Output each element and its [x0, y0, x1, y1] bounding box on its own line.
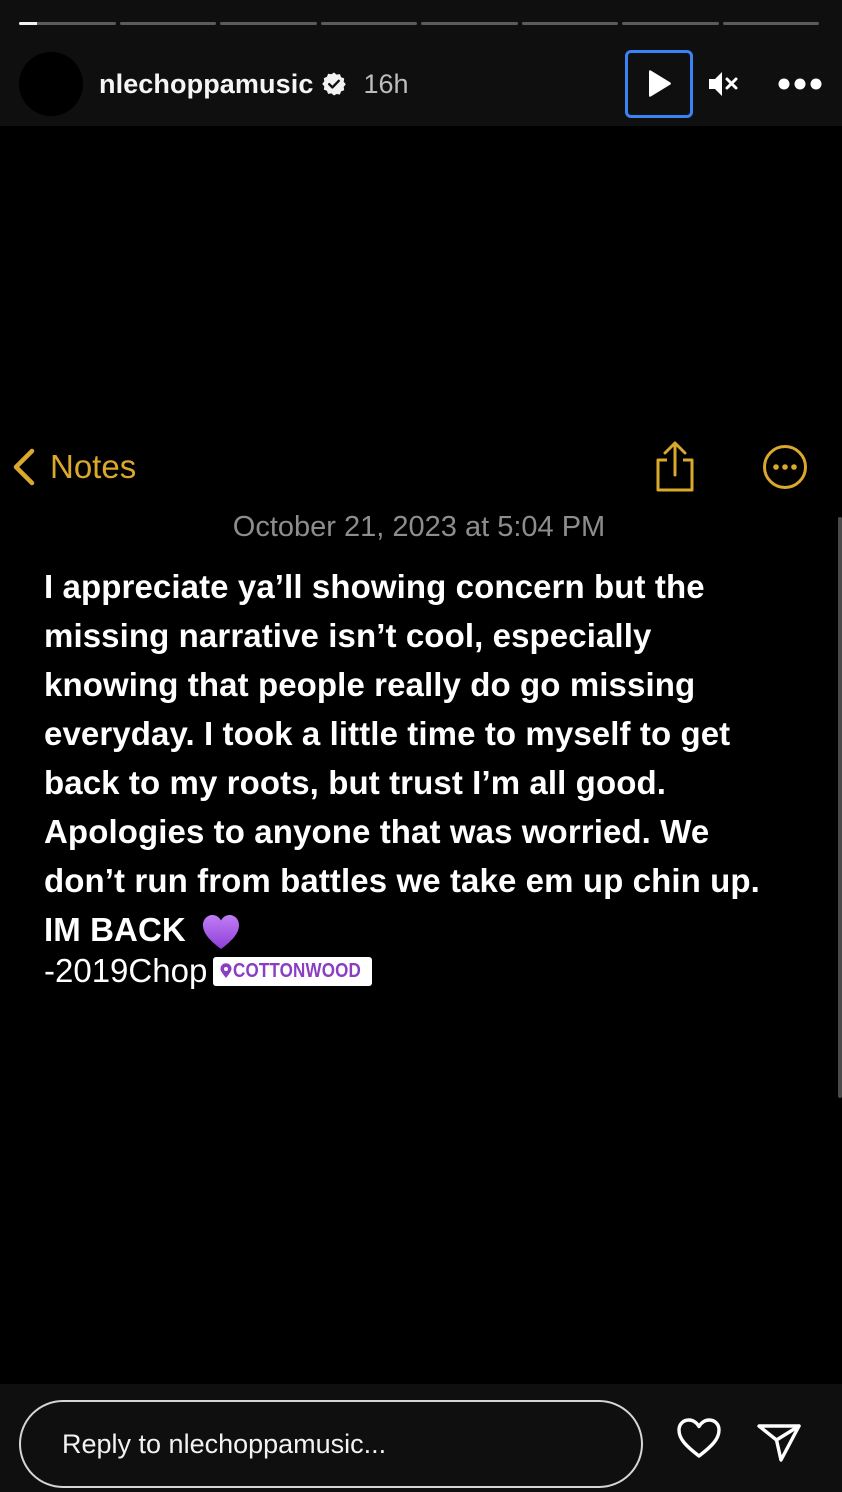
notes-nav-bar: Notes	[10, 441, 812, 493]
location-sticker[interactable]: COTTONWOOD	[213, 956, 372, 986]
progress-segment-4	[320, 22, 417, 25]
note-line: back to my roots, but trust I’m all good…	[44, 764, 666, 801]
more-horizontal-icon	[778, 78, 822, 90]
location-sticker-label: COTTONWOOD	[233, 959, 362, 982]
progress-segment-3	[220, 22, 317, 25]
note-line: missing narrative isn’t cool, especially	[44, 617, 652, 654]
more-options-button[interactable]	[777, 66, 823, 102]
share-icon	[653, 441, 697, 493]
progress-fill	[19, 22, 38, 25]
progress-segment-6	[521, 22, 618, 25]
progress-segment-1	[19, 22, 116, 25]
note-signature-row: -2019Chop COTTONWOOD	[44, 952, 372, 990]
note-date: October 21, 2023 at 5:04 PM	[232, 511, 606, 543]
note-signature: -2019Chop	[44, 952, 208, 989]
mute-button[interactable]	[705, 66, 741, 102]
avatar[interactable]	[19, 52, 83, 116]
progress-segment-5	[421, 22, 518, 25]
speaker-muted-icon	[709, 72, 738, 96]
play-icon	[649, 70, 671, 97]
note-line: Apologies to anyone that was worried. We	[44, 813, 710, 850]
progress-segment-8	[722, 22, 819, 25]
notes-back-button: Notes	[10, 441, 136, 493]
verified-badge-icon	[321, 71, 347, 97]
story-header: nlechoppamusic 16h	[19, 50, 823, 118]
like-button[interactable]	[676, 1417, 722, 1463]
heart-outline-icon	[677, 1418, 721, 1458]
note-line: IM BACK	[44, 911, 186, 948]
post-time: 16h	[363, 68, 409, 99]
progress-segment-7	[622, 22, 719, 25]
note-body: I appreciate ya’ll showing concern but t…	[44, 562, 814, 954]
note-line: don’t run from battles we take em up chi…	[44, 862, 760, 899]
location-pin-icon	[220, 963, 232, 978]
purple-heart-icon	[203, 915, 240, 950]
story-controls	[625, 50, 823, 118]
paper-plane-icon	[757, 1424, 801, 1462]
send-button[interactable]	[756, 1418, 802, 1464]
username-link[interactable]: nlechoppamusic	[99, 69, 313, 100]
note-line: I appreciate ya’ll showing concern but t…	[44, 568, 705, 605]
notes-back-label: Notes	[50, 448, 137, 485]
chevron-left-icon	[13, 448, 35, 486]
play-button[interactable]	[625, 50, 693, 118]
note-line-last: IM BACK	[44, 905, 814, 954]
notes-scrollbar	[838, 517, 842, 1098]
story-progress-bar	[19, 22, 819, 27]
ellipsis-circle-icon	[762, 444, 808, 490]
note-line: knowing that people really do go missing	[44, 666, 696, 703]
note-line: everyday. I took a little time to myself…	[44, 715, 731, 752]
reply-field-container[interactable]	[19, 1400, 643, 1488]
progress-segment-2	[119, 22, 216, 25]
reply-input[interactable]	[62, 1428, 622, 1460]
